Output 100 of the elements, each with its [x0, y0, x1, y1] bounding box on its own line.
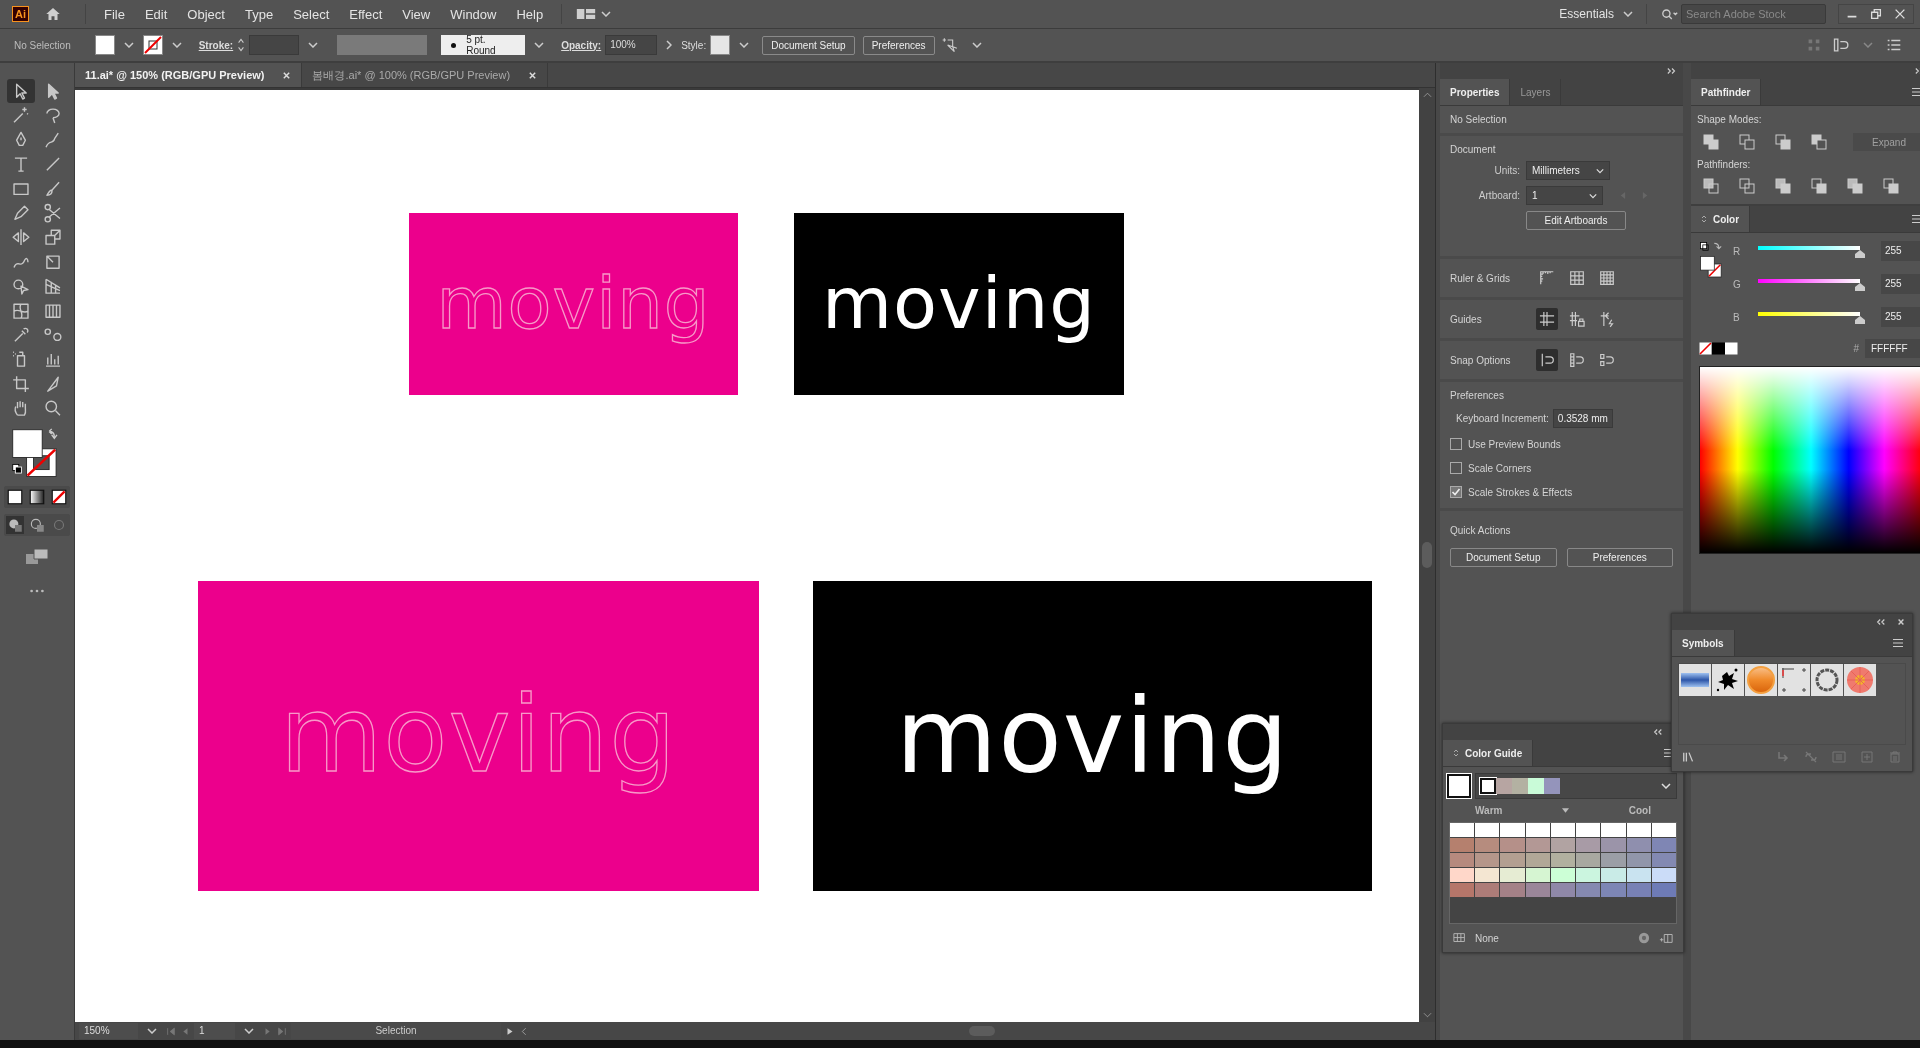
snap-point-icon[interactable] — [1536, 349, 1558, 371]
menu-item[interactable]: View — [392, 6, 441, 22]
overlapping-squares-icon[interactable] — [1739, 178, 1755, 194]
harmony-swatch[interactable] — [1512, 778, 1528, 794]
brush-dropdown[interactable]: 5 pt. Round — [441, 35, 526, 55]
overlapping-squares-icon[interactable] — [1703, 178, 1719, 194]
panel-tab[interactable]: Properties — [1440, 79, 1511, 105]
caret-icon[interactable] — [244, 1028, 254, 1034]
units-dropdown[interactable]: Millimeters — [1526, 161, 1610, 180]
draw-normal-icon[interactable] — [6, 516, 24, 535]
color-variation-swatch[interactable] — [1500, 883, 1525, 897]
stroke-weight-field[interactable] — [249, 35, 300, 55]
menu-item[interactable]: Type — [234, 6, 284, 22]
keyboard-increment-field[interactable]: 0.3528 mm — [1552, 409, 1613, 428]
color-spectrum[interactable] — [1699, 366, 1920, 554]
overlapping-squares-icon[interactable] — [1703, 134, 1719, 150]
color-variation-swatch[interactable] — [1450, 823, 1475, 837]
spinner-icon[interactable] — [237, 36, 246, 54]
close-icon[interactable] — [1896, 618, 1906, 626]
search-field[interactable]: Search Adobe Stock — [1681, 4, 1826, 24]
overlapping-squares-icon[interactable] — [1811, 178, 1827, 194]
close-icon[interactable] — [282, 70, 292, 80]
caret-icon[interactable] — [123, 42, 134, 48]
color-variation-swatch[interactable] — [1550, 823, 1576, 837]
opacity-field[interactable]: 100% — [605, 35, 658, 55]
opacity-label[interactable]: Opacity: — [561, 39, 602, 51]
slider-thumb[interactable] — [1855, 250, 1865, 258]
color-variation-swatch[interactable] — [1525, 868, 1550, 882]
panel-title[interactable]: Symbols — [1672, 630, 1735, 656]
color-variation-swatch[interactable] — [1550, 838, 1576, 852]
color-variation-swatch[interactable] — [1450, 883, 1475, 897]
color-variation-swatch[interactable] — [1576, 838, 1601, 852]
search-icon[interactable] — [1661, 7, 1679, 21]
harmony-swatch[interactable] — [1544, 778, 1560, 794]
hex-field[interactable]: FFFFFF — [1865, 339, 1920, 358]
quick-action-button[interactable]: Document Setup — [1450, 548, 1557, 567]
play-icon[interactable] — [505, 1026, 515, 1036]
color-variation-swatch[interactable] — [1525, 883, 1550, 897]
harmony-swatch[interactable] — [1480, 778, 1496, 794]
sort-arrows-icon[interactable] — [1701, 214, 1707, 224]
color-variation-swatch[interactable] — [1601, 838, 1626, 852]
checkbox[interactable] — [1450, 438, 1462, 450]
more-icon[interactable] — [28, 588, 46, 595]
color-variation-swatch[interactable] — [1500, 853, 1525, 867]
document-tab[interactable]: 11.ai* @ 150% (RGB/GPU Preview) — [75, 63, 303, 87]
caret-icon[interactable] — [534, 42, 545, 48]
close-icon[interactable] — [528, 70, 538, 80]
color-variation-swatch[interactable] — [1576, 883, 1601, 897]
restore-icon[interactable] — [1869, 7, 1883, 21]
channel-value-field[interactable]: 255 — [1881, 307, 1920, 327]
library-icon[interactable] — [1682, 751, 1696, 763]
color-variation-swatch[interactable] — [1450, 868, 1475, 882]
color-variation-swatch[interactable] — [1626, 853, 1651, 867]
color-variation-swatch[interactable] — [1500, 868, 1525, 882]
color-variation-swatch[interactable] — [1500, 838, 1525, 852]
color-variation-swatch[interactable] — [1450, 853, 1475, 867]
color-variation-swatch[interactable] — [1576, 853, 1601, 867]
color-variation-swatch[interactable] — [1525, 838, 1550, 852]
menu-item[interactable]: Object — [177, 6, 235, 22]
scroll-down-icon[interactable] — [1422, 1012, 1432, 1018]
zoom-field[interactable]: 150% — [79, 1023, 138, 1039]
document-tab[interactable]: 봄배경.ai* @ 100% (RGB/GPU Preview) — [302, 63, 549, 87]
color-variation-swatch[interactable] — [1651, 883, 1676, 897]
checkbox[interactable] — [1450, 486, 1462, 498]
overlapping-squares-icon[interactable] — [1775, 178, 1791, 194]
color-variation-swatch[interactable] — [1500, 823, 1525, 837]
swatch-grid-icon[interactable] — [1453, 932, 1467, 944]
artboard-dropdown[interactable]: 1 — [1526, 186, 1603, 205]
banner-icon[interactable] — [1679, 664, 1711, 696]
quick-swatches-icon[interactable] — [1699, 342, 1738, 355]
caret-icon[interactable] — [739, 42, 750, 48]
color-variation-swatch[interactable] — [1626, 868, 1651, 882]
slider-thumb[interactable] — [1855, 283, 1865, 291]
color-variation-swatch[interactable] — [1576, 868, 1601, 882]
color-variation-swatch[interactable] — [1475, 853, 1500, 867]
channel-value-field[interactable]: 255 — [1881, 274, 1920, 294]
color-variation-swatch[interactable] — [1475, 823, 1500, 837]
layout-icon[interactable] — [576, 7, 597, 21]
color-variation-swatch[interactable] — [1626, 883, 1651, 897]
color-wheel-icon[interactable] — [1637, 932, 1651, 944]
color-variation-swatch[interactable] — [1450, 838, 1475, 852]
scrollbar-thumb[interactable] — [1422, 542, 1432, 568]
overlapping-squares-icon[interactable] — [1811, 134, 1827, 150]
color-variation-swatch[interactable] — [1550, 868, 1576, 882]
fill-swatch[interactable] — [94, 35, 115, 55]
menu-item[interactable]: Effect — [339, 6, 393, 22]
gradient-mode-icon[interactable] — [28, 488, 46, 507]
sort-arrows-icon[interactable] — [1453, 748, 1459, 758]
color-variation-swatch[interactable] — [1601, 823, 1626, 837]
color-variation-swatch[interactable] — [1475, 868, 1500, 882]
screen-mode-icon[interactable] — [25, 548, 49, 567]
save-swatches-icon[interactable] — [1659, 932, 1673, 944]
artboard-number-field[interactable]: 1 — [194, 1023, 235, 1039]
menu-item[interactable]: Window — [440, 6, 507, 22]
menu-item[interactable]: Edit — [134, 6, 178, 22]
overlapping-squares-icon[interactable] — [1739, 134, 1755, 150]
menu-item[interactable]: Help — [506, 6, 554, 22]
color-mode-icon[interactable] — [6, 488, 24, 507]
caret-icon[interactable] — [601, 11, 612, 17]
color-variation-swatch[interactable] — [1601, 868, 1626, 882]
